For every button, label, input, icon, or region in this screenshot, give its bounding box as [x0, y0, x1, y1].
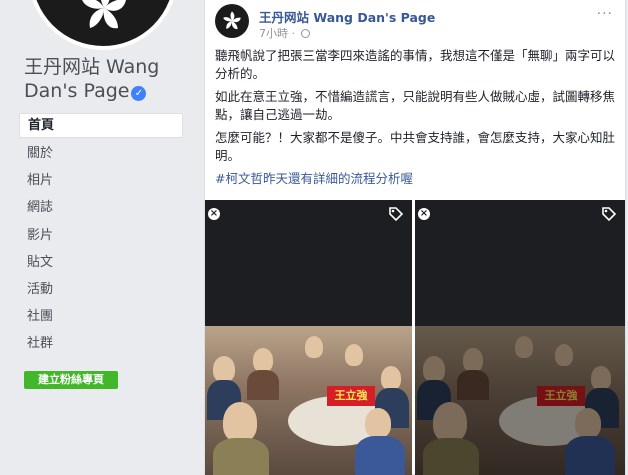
person-shape [223, 402, 257, 442]
page-sidebar: 王丹网站 Wang Dan's Page ✓ 首頁 關於 相片 網誌 影片 貼文 … [0, 0, 196, 475]
create-page-button[interactable]: 建立粉絲專頁 [24, 371, 118, 389]
person-shape [365, 408, 391, 438]
person-shape [565, 436, 615, 475]
nav-item-home[interactable]: 首頁 [19, 113, 183, 138]
person-shape [463, 348, 483, 372]
name-tag-label: 王立強 [537, 386, 585, 406]
person-shape [515, 336, 533, 358]
post-text: 聽飛帆說了把張三當李四來造謠的事情，我想這不僅是「無聊」兩字可以分析的。 如此在… [215, 47, 615, 193]
person-shape [381, 366, 401, 390]
globe-icon [300, 29, 310, 38]
post-photo[interactable]: 王立強 × [415, 200, 625, 475]
verified-badge-icon: ✓ [131, 86, 147, 101]
nav-item-notes[interactable]: 網誌 [19, 194, 183, 221]
page-title[interactable]: 王丹网站 Wang Dan's Page ✓ [24, 55, 194, 103]
person-shape [355, 436, 405, 475]
person-shape [575, 408, 601, 438]
person-shape [305, 336, 323, 358]
post-card: 王丹网站 Wang Dan's Page 7小時 · ··· 聽飛帆說了把張三當… [204, 0, 626, 475]
page-nav: 首頁 關於 相片 網誌 影片 貼文 活動 社團 社群 [19, 113, 183, 358]
nav-item-photos[interactable]: 相片 [19, 167, 183, 194]
close-icon[interactable]: × [418, 208, 430, 220]
photo-scene: 王立強 [415, 326, 625, 475]
nav-item-videos[interactable]: 影片 [19, 222, 183, 249]
tag-icon[interactable] [388, 206, 404, 222]
nav-item-events[interactable]: 活動 [19, 276, 183, 303]
nav-item-posts[interactable]: 貼文 [19, 249, 183, 276]
person-shape [345, 344, 363, 366]
person-shape [423, 356, 445, 382]
post-photo[interactable]: 王立強 × [205, 200, 412, 475]
nav-item-about[interactable]: 關於 [19, 140, 183, 167]
photo-scene: 王立強 [205, 326, 412, 475]
post-author-name[interactable]: 王丹网站 Wang Dan's Page [259, 7, 435, 26]
person-shape [213, 438, 269, 475]
post-paragraph: 怎麼可能？！大家都不是傻子。中共會支持誰，會怎麼支持，大家心知肚明。 [215, 130, 616, 163]
nav-item-groups[interactable]: 社團 [19, 303, 183, 330]
person-shape [457, 370, 489, 400]
post-paragraph: 聽飛帆說了把張三當李四來造謠的事情，我想這不僅是「無聊」兩字可以分析的。 [215, 48, 616, 81]
name-tag-label: 王立強 [327, 386, 375, 406]
person-shape [247, 370, 279, 400]
person-shape [253, 348, 273, 372]
post-paragraph: 如此在意王立強，不惜編造謊言，只能說明有些人做賊心虛，試圖轉移焦點，讓自己逃過一… [215, 89, 616, 122]
post-author-avatar[interactable] [215, 4, 249, 38]
person-shape [591, 366, 611, 390]
bauhinia-logo-icon [223, 11, 241, 30]
post-header: 王丹网站 Wang Dan's Page 7小時 · ··· [215, 4, 615, 40]
person-shape [555, 344, 573, 366]
close-icon[interactable]: × [208, 208, 220, 220]
person-shape [423, 438, 479, 475]
person-shape [213, 356, 235, 382]
post-time-text: 7小時 · [259, 27, 299, 40]
nav-item-community[interactable]: 社群 [19, 330, 183, 357]
post-timestamp[interactable]: 7小時 · [259, 25, 310, 41]
tag-icon[interactable] [601, 206, 617, 222]
person-shape [433, 402, 467, 442]
hashtag-link[interactable]: #柯文哲昨天還有詳細的流程分析喔 [215, 170, 615, 188]
more-options-icon[interactable]: ··· [597, 6, 613, 22]
post-photos: 王立強 × 王立強 × [205, 200, 625, 475]
page-profile-picture[interactable] [28, 0, 178, 50]
bauhinia-logo-icon [82, 0, 126, 29]
